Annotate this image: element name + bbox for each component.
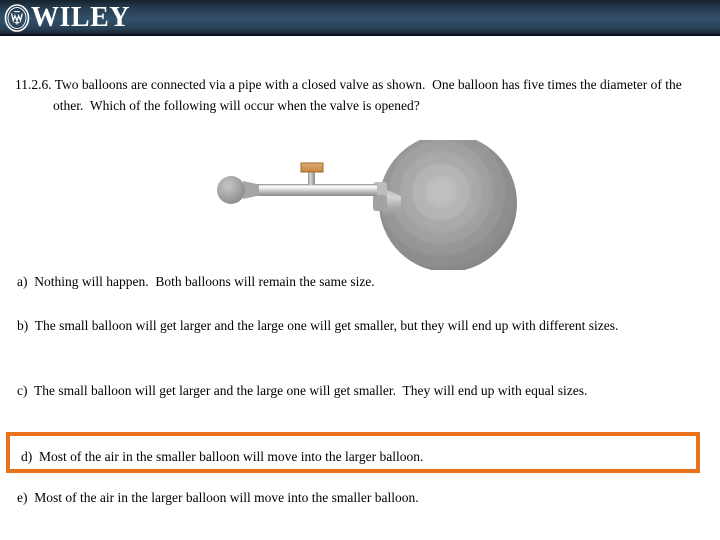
answer-option-a[interactable]: a) Nothing will happen. Both balloons wi… [17,271,693,292]
answer-option-a-label: a) Nothing will happen. Both balloons wi… [17,274,375,289]
wiley-wordmark: WILEY [31,2,130,33]
answer-option-d-highlight-box[interactable]: d) Most of the air in the smaller balloo… [6,432,700,473]
answer-option-b[interactable]: b) The small balloon will get larger and… [17,315,693,336]
question-text: 11.2.6. Two balloons are connected via a… [15,77,686,113]
pipe-highlight [253,185,377,188]
answer-option-e-label: e) Most of the air in the larger balloon… [17,490,419,505]
question-block: 11.2.6. Two balloons are connected via a… [15,74,705,116]
answer-option-d[interactable]: d) Most of the air in the smaller balloo… [21,446,681,467]
answer-option-e[interactable]: e) Most of the air in the larger balloon… [17,487,693,508]
wiley-logo: WILEY [2,1,130,35]
answer-option-c[interactable]: c) The small balloon will get larger and… [17,380,693,401]
answer-option-d-label: d) Most of the air in the smaller balloo… [21,449,424,464]
header-bar: WILEY [0,0,720,36]
answer-option-c-label: c) The small balloon will get larger and… [17,383,588,398]
valve-stem [308,171,315,185]
balloon-valve-diagram [205,140,535,270]
large-balloon-collar-shade [373,195,387,211]
wiley-crest-icon [4,4,30,32]
answer-option-b-label: b) The small balloon will get larger and… [17,318,619,333]
closed-valve-handle [300,162,324,173]
small-balloon-neck [243,181,259,199]
small-balloon [217,176,245,204]
